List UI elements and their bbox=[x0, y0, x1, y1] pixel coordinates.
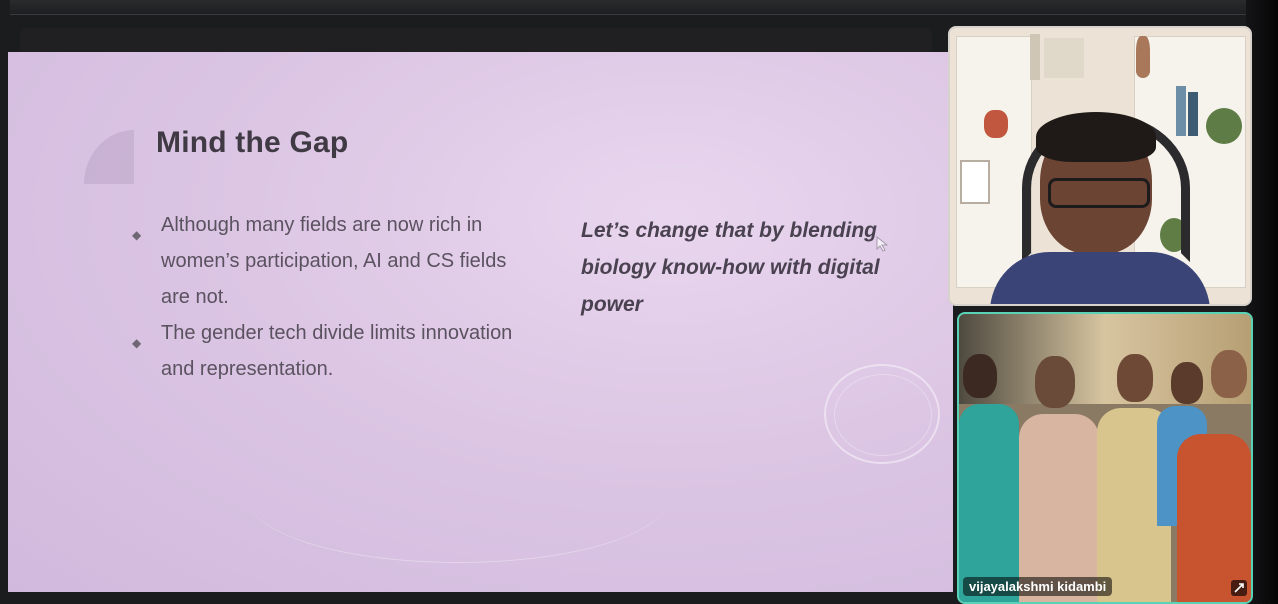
book bbox=[1188, 92, 1198, 136]
book bbox=[1044, 38, 1084, 78]
plant bbox=[1206, 108, 1242, 144]
book bbox=[1030, 34, 1040, 80]
pot bbox=[984, 110, 1008, 138]
audience-member-clothing bbox=[959, 404, 1019, 602]
audience-member bbox=[963, 354, 997, 398]
slide-bullet-list: ◆ Although many fields are now rich in w… bbox=[126, 207, 516, 387]
audience-member-clothing bbox=[1177, 434, 1251, 602]
audience-member bbox=[1171, 362, 1203, 404]
bullet-item: ◆ Although many fields are now rich in w… bbox=[126, 207, 516, 315]
mouse-pointer-icon bbox=[876, 236, 889, 252]
slide-decoration-curve bbox=[248, 432, 668, 563]
speaker-shoulders bbox=[990, 252, 1210, 304]
speaker-hair bbox=[1036, 112, 1156, 162]
bullet-diamond-icon: ◆ bbox=[132, 228, 142, 242]
participant-name-label: vijayalakshmi kidambi bbox=[963, 577, 1113, 596]
slide-title: Mind the Gap bbox=[156, 126, 349, 159]
bullet-text: The gender tech divide limits innovation… bbox=[161, 322, 513, 380]
audience-member bbox=[1211, 350, 1247, 398]
bullet-text: Although many fields are now rich in wom… bbox=[161, 214, 507, 308]
book bbox=[1176, 86, 1186, 136]
participant-video-tile[interactable]: vijayalakshmi kidambi bbox=[957, 312, 1253, 604]
bullet-item: ◆ The gender tech divide limits innovati… bbox=[126, 315, 516, 387]
audience-member bbox=[1117, 354, 1153, 402]
shared-slide: Mind the Gap ◆ Although many fields are … bbox=[8, 52, 953, 592]
window-top-bar bbox=[10, 0, 1248, 15]
slide-decoration-shape bbox=[84, 130, 134, 184]
vase bbox=[1136, 36, 1150, 78]
audience-member-clothing bbox=[1019, 414, 1099, 602]
speaker-video-tile[interactable] bbox=[948, 26, 1252, 306]
pin-icon-glyph bbox=[1234, 583, 1244, 593]
slide-decoration-circle-inner bbox=[834, 374, 932, 456]
audience-member bbox=[1035, 356, 1075, 408]
photo-frame bbox=[960, 160, 990, 204]
pin-icon[interactable] bbox=[1231, 580, 1247, 596]
slide-quote: Let’s change that by blending biology kn… bbox=[581, 219, 880, 316]
glasses bbox=[1048, 178, 1150, 208]
bullet-diamond-icon: ◆ bbox=[132, 336, 142, 350]
room-background bbox=[959, 314, 1251, 404]
